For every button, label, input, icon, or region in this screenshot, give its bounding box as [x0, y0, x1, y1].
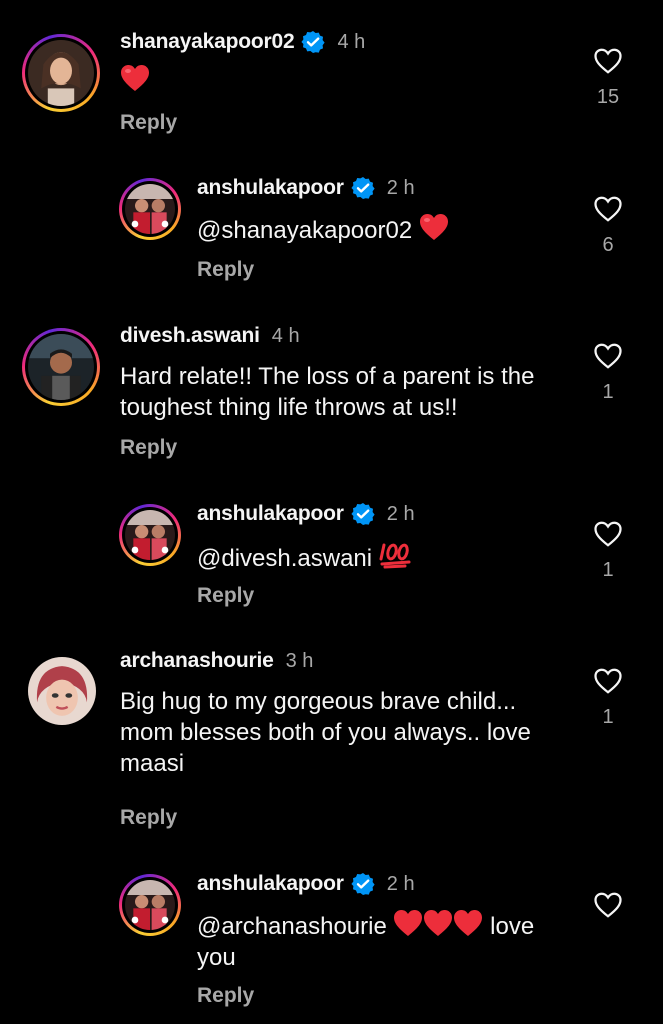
- comment-time: 2 h: [386, 872, 415, 895]
- comment-time: 4 h: [337, 30, 366, 53]
- reply-button[interactable]: Reply: [197, 258, 254, 282]
- like-button[interactable]: 1: [588, 666, 628, 729]
- red-heart-emoji-icon: [419, 214, 448, 240]
- heart-outline-icon[interactable]: [593, 890, 623, 920]
- comment-text: @archanashourie love you: [197, 909, 567, 973]
- reply-button[interactable]: Reply: [197, 984, 254, 1008]
- comment-time: 4 h: [271, 324, 300, 347]
- avatar[interactable]: [22, 34, 100, 112]
- avatar[interactable]: [119, 874, 181, 936]
- username[interactable]: shanayakapoor02: [120, 30, 295, 54]
- comment-time: 2 h: [386, 176, 415, 199]
- heart-outline-icon[interactable]: [593, 666, 623, 696]
- mention-link[interactable]: @divesh.aswani: [197, 545, 372, 572]
- username[interactable]: anshulakapoor: [197, 502, 344, 526]
- avatar[interactable]: [119, 504, 181, 566]
- mention-link[interactable]: @archanashourie: [197, 913, 387, 940]
- reply-button[interactable]: Reply: [197, 584, 254, 608]
- like-count: 1: [602, 706, 614, 728]
- verified-badge-icon: [351, 503, 375, 525]
- comment-text: [120, 64, 150, 97]
- reply-button[interactable]: Reply: [120, 436, 177, 460]
- avatar[interactable]: [22, 328, 100, 406]
- like-button[interactable]: 15: [588, 46, 628, 109]
- username[interactable]: anshulakapoor: [197, 176, 344, 200]
- username[interactable]: divesh.aswani: [120, 324, 260, 348]
- like-count: 1: [602, 381, 614, 403]
- comment-text: Big hug to my gorgeous brave child... mo…: [120, 688, 531, 777]
- like-count: 1: [602, 559, 614, 581]
- like-button[interactable]: 1: [588, 519, 628, 582]
- three-red-hearts-emoji-icon: [393, 910, 483, 940]
- username[interactable]: archanashourie: [120, 649, 274, 673]
- heart-outline-icon[interactable]: [593, 519, 623, 549]
- verified-badge-icon: [351, 177, 375, 199]
- reply-button[interactable]: Reply: [120, 111, 177, 135]
- comment-time: 3 h: [285, 649, 314, 672]
- avatar[interactable]: [119, 178, 181, 240]
- verified-badge-icon: [351, 873, 375, 895]
- username[interactable]: anshulakapoor: [197, 872, 344, 896]
- like-button[interactable]: [588, 890, 628, 930]
- like-count: 6: [602, 234, 614, 256]
- comment-text: @divesh.aswani: [197, 539, 413, 574]
- mention-link[interactable]: @shanayakapoor02: [197, 217, 412, 244]
- verified-badge-icon: [301, 31, 326, 53]
- like-button[interactable]: 6: [588, 194, 628, 257]
- heart-outline-icon[interactable]: [593, 341, 623, 371]
- avatar[interactable]: [28, 657, 96, 725]
- red-heart-emoji-icon: [121, 65, 149, 91]
- comment-text: Hard relate!! The loss of a parent is th…: [120, 363, 535, 421]
- comment-time: 2 h: [386, 502, 415, 525]
- heart-outline-icon[interactable]: [593, 194, 623, 224]
- comment-text: @shanayakapoor02: [197, 213, 449, 246]
- heart-outline-icon[interactable]: [593, 46, 623, 76]
- reply-button[interactable]: Reply: [120, 806, 177, 830]
- like-button[interactable]: 1: [588, 341, 628, 404]
- like-count: 15: [596, 86, 620, 108]
- hundred-points-emoji-icon: [379, 543, 411, 569]
